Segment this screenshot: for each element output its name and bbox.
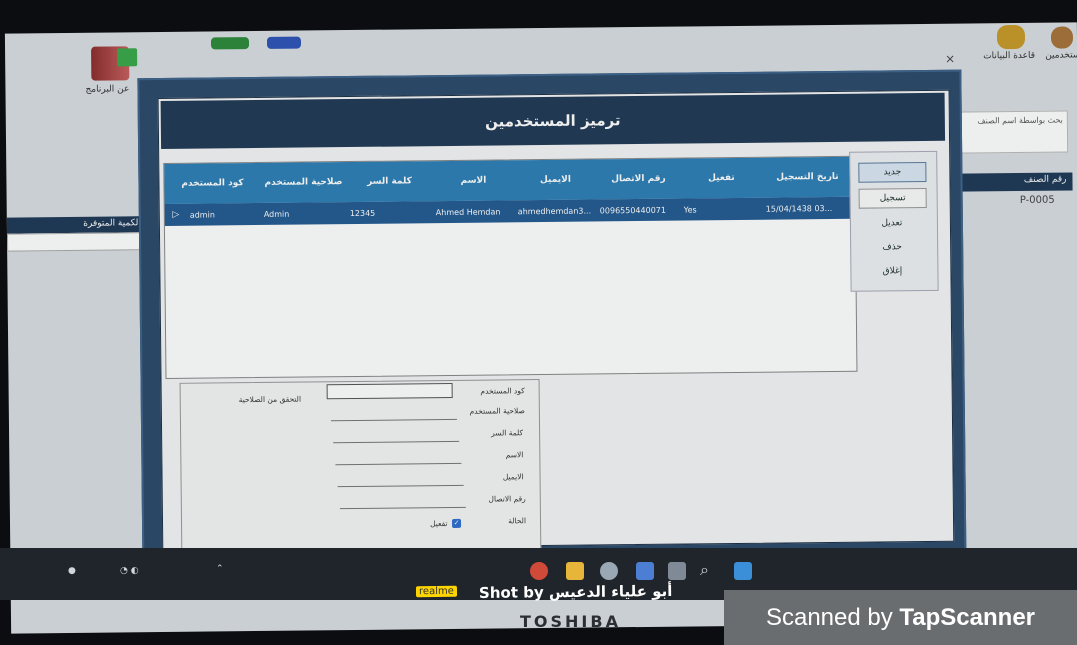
status-label: الحالة <box>508 516 527 526</box>
password-input[interactable] <box>333 440 460 444</box>
users-window: × ترميز المستخدمين كود المستخدم صلاحية ا… <box>137 52 967 569</box>
toshiba-logo: TOSHIBA <box>520 612 621 631</box>
delete-button[interactable]: حذف <box>859 238 925 257</box>
check-permission-label: التحقق من الصلاحية <box>238 394 302 405</box>
tray-chevron-icon[interactable]: ⌃ <box>216 564 224 574</box>
password-label: كلمة السر <box>491 428 524 438</box>
user-code-input[interactable] <box>326 382 453 400</box>
start-icon[interactable] <box>734 562 752 580</box>
users-label[interactable]: المستخدمين <box>1045 50 1077 60</box>
new-button[interactable]: جديد <box>858 161 927 183</box>
col-phone[interactable]: رقم الاتصال <box>596 159 680 200</box>
user-code-label: كود المستخدم <box>480 386 525 396</box>
cell-password[interactable]: 12345 <box>347 201 433 224</box>
row-indicator: ▷ <box>165 204 187 226</box>
email-label: الايميل <box>502 472 524 482</box>
chrome-icon[interactable] <box>530 562 548 580</box>
cell-user-code[interactable]: admin <box>187 203 261 226</box>
quantity-field[interactable] <box>6 232 150 252</box>
cell-name[interactable]: Ahmed Hemdan <box>433 200 515 223</box>
search-panel-text: بحث بواسطة اسم الصنف <box>977 115 1063 126</box>
scanned-brand: TapScanner <box>899 604 1036 631</box>
realme-tag: realme <box>415 585 457 598</box>
tapscanner-badge: Scanned by TapScanner <box>724 590 1077 645</box>
app-icon[interactable] <box>600 562 618 580</box>
permission-select[interactable] <box>330 418 457 422</box>
col-reg-date[interactable]: تاريخ التسجيل <box>762 157 852 198</box>
action-buttons-panel: جديد تسجيل تعديل حذف إغلاق <box>849 150 939 292</box>
cell-permission[interactable]: Admin <box>261 202 347 225</box>
cell-active[interactable]: Yes <box>681 198 763 221</box>
row-indicator-glyph: ▷ <box>172 209 180 220</box>
tray-wifi-icon[interactable]: ◔ ◐ <box>120 566 139 576</box>
tray-clock: ● <box>68 566 76 576</box>
user-form: كود المستخدم التحقق من الصلاحية صلاحية ا… <box>179 379 542 553</box>
users-grid[interactable]: كود المستخدم صلاحية المستخدم كلمة السر ا… <box>163 155 858 379</box>
toolbar-icon-green[interactable] <box>210 37 250 50</box>
window-title: ترميز المستخدمين <box>160 92 946 149</box>
col-name[interactable]: الاسم <box>432 160 514 201</box>
file-explorer-icon[interactable] <box>566 562 584 580</box>
email-input[interactable] <box>337 484 464 488</box>
phone-label: رقم الاتصال <box>488 494 526 504</box>
col-permission[interactable]: صلاحية المستخدم <box>260 162 346 203</box>
edit-button[interactable]: تعديل <box>859 214 925 233</box>
phone-input[interactable] <box>339 506 466 510</box>
close-button[interactable]: إغلاق <box>859 262 925 281</box>
col-email[interactable]: الايميل <box>514 159 596 200</box>
col-active[interactable]: تفعيل <box>680 158 762 199</box>
name-input[interactable] <box>335 462 462 466</box>
taskview-icon[interactable] <box>668 562 686 580</box>
toolbar-icon-blue[interactable] <box>266 36 302 49</box>
users-icon[interactable] <box>1050 26 1074 49</box>
database-icon[interactable] <box>996 24 1026 50</box>
window-close-icon[interactable]: × <box>945 52 955 66</box>
green-arrow-icon <box>117 48 138 67</box>
col-password[interactable]: كلمة السر <box>346 161 432 202</box>
permission-label: صلاحية المستخدم <box>469 406 525 416</box>
product-number-header: رقم الصنف <box>946 172 1073 192</box>
cell-email[interactable]: ahmedhemdan3... <box>515 199 597 222</box>
name-label: الاسم <box>505 450 524 460</box>
about-program-label[interactable]: عن البرنامج <box>85 84 129 94</box>
window-content: ترميز المستخدمين كود المستخدم صلاحية الم… <box>157 89 955 553</box>
app-icon-2[interactable] <box>636 562 654 580</box>
search-panel[interactable]: بحث بواسطة اسم الصنف <box>955 110 1069 154</box>
save-button[interactable]: تسجيل <box>858 187 927 209</box>
scanned-prefix: Scanned by <box>765 604 900 631</box>
screen: عن البرنامج قاعدة البيانات المستخدمين بح… <box>4 22 1077 634</box>
active-checkbox-label: تفعيل <box>429 519 448 529</box>
database-label[interactable]: قاعدة البيانات <box>983 51 1035 62</box>
search-icon[interactable]: ⌕ <box>700 560 709 580</box>
product-number-value: P-0005 <box>1019 194 1055 207</box>
col-user-code[interactable]: كود المستخدم <box>164 163 260 204</box>
quantity-header: الكمية المتوفرة <box>6 216 147 234</box>
cell-phone[interactable]: 0096550440071 <box>597 199 681 222</box>
shot-by-watermark: Shot by أبو علياء الدعيس <box>478 581 673 603</box>
cell-reg-date[interactable]: 15/04/1438 03... <box>763 197 853 220</box>
active-checkbox[interactable]: ✓ <box>451 518 462 528</box>
